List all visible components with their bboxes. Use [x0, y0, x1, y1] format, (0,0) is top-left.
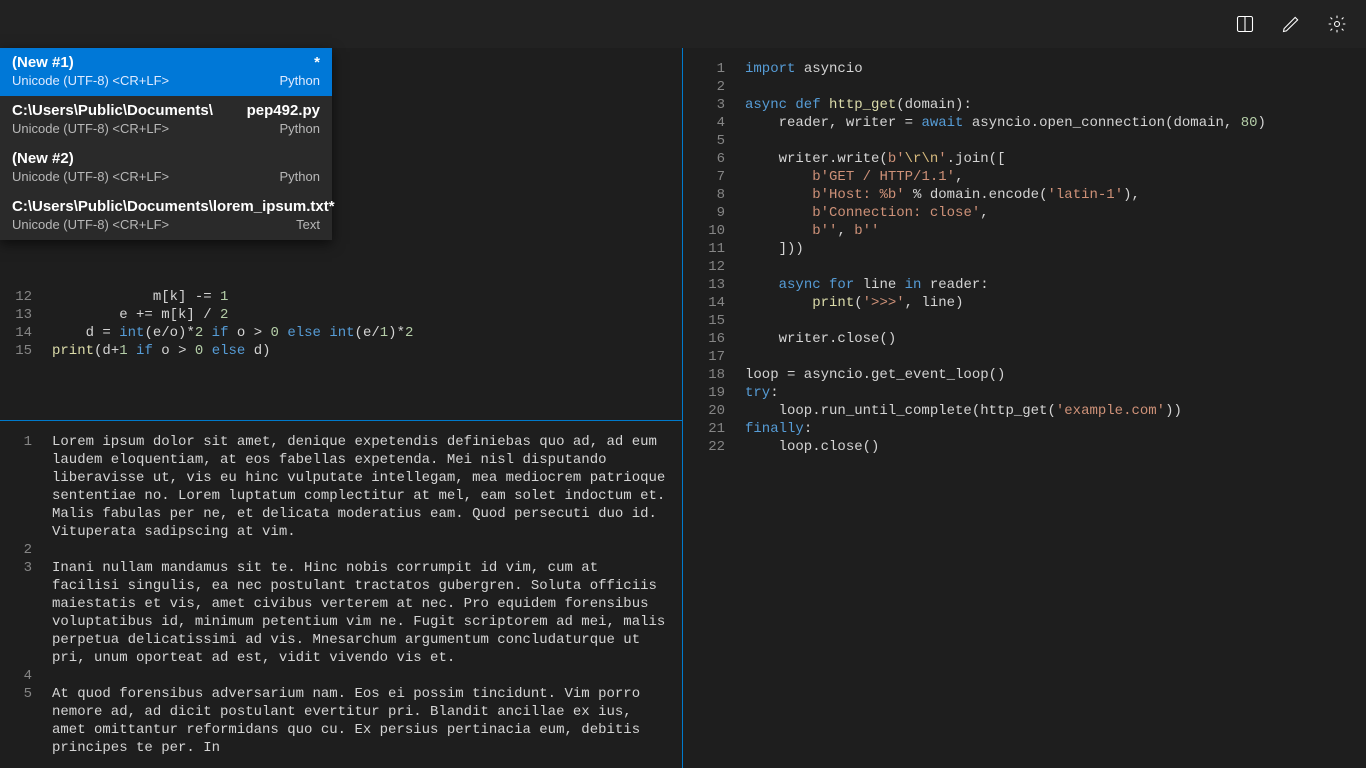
file-language: Python — [280, 73, 320, 88]
line-number: 1 — [0, 433, 32, 451]
line-number — [0, 487, 32, 505]
line-gutter: 1 23 45 — [0, 421, 42, 768]
file-encoding: Unicode (UTF-8) <CR+LF> — [12, 73, 169, 88]
text-editor[interactable]: 1 23 45 Lorem ipsum dolor sit amet, deniqu… — [0, 421, 682, 768]
open-file-item[interactable]: C:\Users\Public\Documents\ pep492.py Unico… — [0, 96, 332, 144]
code-editor[interactable]: 12345678910111213141516171819202122 impo… — [683, 48, 1366, 768]
line-number: 17 — [691, 348, 725, 366]
line-number — [0, 703, 32, 721]
line-number — [0, 613, 32, 631]
line-number — [0, 595, 32, 613]
line-number: 13 — [0, 306, 32, 324]
file-title-right: pep492.py — [247, 102, 320, 119]
line-number: 6 — [691, 150, 725, 168]
app-window: (New #1)*Unicode (UTF-8) <CR+LF>PythonC:… — [0, 0, 1366, 768]
text-line — [52, 541, 670, 559]
open-file-item[interactable]: C:\Users\Public\Documents\lorem_ipsum.tx… — [0, 192, 332, 240]
line-number — [0, 649, 32, 667]
file-title-right: * — [314, 54, 320, 71]
line-number: 14 — [691, 294, 725, 312]
line-number: 12 — [0, 288, 32, 306]
line-number — [0, 451, 32, 469]
line-number: 2 — [0, 541, 32, 559]
text-line: At quod forensibus adversarium nam. Eos … — [52, 685, 670, 757]
code-line: m[k] -= 1 — [52, 288, 670, 306]
open-file-item[interactable]: (New #1) * Unicode (UTF-8) <CR+LF> Python — [0, 48, 332, 96]
code-line: print(d+1 if o > 0 else d) — [52, 342, 670, 360]
line-number: 4 — [691, 114, 725, 132]
line-number — [0, 631, 32, 649]
pencil-icon[interactable] — [1268, 0, 1314, 48]
line-number: 20 — [691, 402, 725, 420]
line-number: 21 — [691, 420, 725, 438]
line-number — [0, 721, 32, 739]
line-number — [0, 469, 32, 487]
text-line: Inani nullam mandamus sit te. Hinc nobis… — [52, 559, 670, 667]
open-files-dropdown[interactable]: (New #1)*Unicode (UTF-8) <CR+LF>PythonC:… — [0, 48, 332, 240]
file-title: C:\Users\Public\Documents\lorem_ipsum.tx… — [12, 198, 335, 215]
line-number: 3 — [691, 96, 725, 114]
file-title: (New #1) — [12, 54, 74, 71]
line-number: 5 — [691, 132, 725, 150]
line-number: 10 — [691, 222, 725, 240]
line-number — [0, 505, 32, 523]
line-number: 5 — [0, 685, 32, 703]
line-gutter: 12345678910111213141516171819202122 — [683, 48, 735, 768]
text-line: Lorem ipsum dolor sit amet, denique expe… — [52, 433, 670, 541]
text-line — [52, 667, 670, 685]
file-encoding: Unicode (UTF-8) <CR+LF> — [12, 169, 169, 184]
line-number: 3 — [0, 559, 32, 577]
line-number — [0, 577, 32, 595]
line-number: 18 — [691, 366, 725, 384]
pane-right: 12345678910111213141516171819202122 impo… — [683, 48, 1366, 768]
file-encoding: Unicode (UTF-8) <CR+LF> — [12, 121, 169, 136]
line-number: 8 — [691, 186, 725, 204]
line-number: 15 — [0, 342, 32, 360]
file-encoding: Unicode (UTF-8) <CR+LF> — [12, 217, 169, 232]
line-number: 4 — [0, 667, 32, 685]
file-language: Text — [296, 217, 320, 232]
code-line: e += m[k] / 2 — [52, 306, 670, 324]
right-column: 12345678910111213141516171819202122 impo… — [683, 48, 1366, 768]
text-content[interactable]: Lorem ipsum dolor sit amet, denique expe… — [42, 421, 682, 768]
code-content[interactable]: import asyncio async def http_get(domain… — [735, 48, 1366, 768]
code-line: d = int(e/o)*2 if o > 0 else int(e/1)*2 — [52, 324, 670, 342]
file-language: Python — [280, 169, 320, 184]
panels-icon[interactable] — [1222, 0, 1268, 48]
line-number: 11 — [691, 240, 725, 258]
line-number: 9 — [691, 204, 725, 222]
line-number: 13 — [691, 276, 725, 294]
line-number: 12 — [691, 258, 725, 276]
line-number — [0, 523, 32, 541]
line-number: 2 — [691, 78, 725, 96]
pane-left-bottom: 1 23 45 Lorem ipsum dolor sit amet, deniqu… — [0, 420, 682, 768]
line-number: 14 — [0, 324, 32, 342]
gear-icon[interactable] — [1314, 0, 1360, 48]
line-number: 7 — [691, 168, 725, 186]
line-number: 22 — [691, 438, 725, 456]
line-number: 1 — [691, 60, 725, 78]
line-number: 15 — [691, 312, 725, 330]
file-language: Python — [280, 121, 320, 136]
open-file-item[interactable]: (New #2) Unicode (UTF-8) <CR+LF> Python — [0, 144, 332, 192]
file-title: (New #2) — [12, 150, 74, 167]
line-number: 19 — [691, 384, 725, 402]
file-title: C:\Users\Public\Documents\ — [12, 102, 213, 119]
line-number: 16 — [691, 330, 725, 348]
titlebar — [0, 0, 1366, 48]
editor-split-container: (New #1)*Unicode (UTF-8) <CR+LF>PythonC:… — [0, 48, 1366, 768]
